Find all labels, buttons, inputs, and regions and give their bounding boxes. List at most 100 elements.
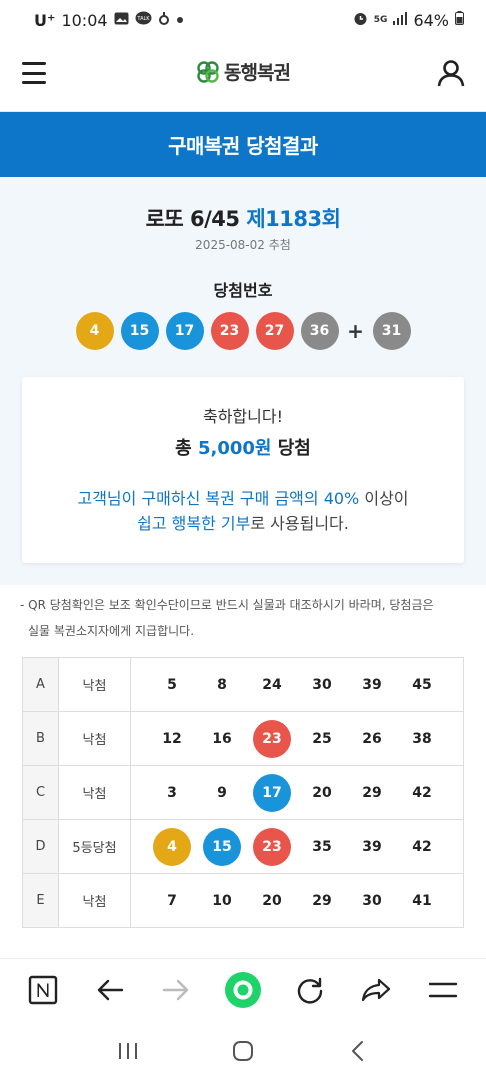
ticket-number: 20 xyxy=(312,784,332,801)
ticket-number: 10 xyxy=(212,892,232,909)
home-icon[interactable] xyxy=(223,970,263,1010)
menu-icon[interactable] xyxy=(423,970,463,1010)
gallery-icon xyxy=(114,12,129,29)
browser-toolbar xyxy=(0,958,486,1020)
ticket-numbers: 3 9 17 20 29 42 xyxy=(130,765,464,820)
winning-numbers: 4 15 17 23 27 36 + 31 xyxy=(0,312,486,350)
ticket-number: 29 xyxy=(362,784,382,801)
ticket-number: 42 xyxy=(412,784,432,801)
total-prize: 총 5,000원 당첨 xyxy=(22,434,464,460)
table-row: C 낙첨 3 9 17 20 29 42 xyxy=(22,765,464,820)
winning-ball: 23 xyxy=(210,312,249,350)
home-button-icon[interactable] xyxy=(223,1031,263,1071)
clock: 10:04 xyxy=(61,10,108,30)
ticket-result: 5등당첨 xyxy=(58,819,131,874)
share-icon[interactable] xyxy=(356,970,396,1010)
sync-icon xyxy=(158,11,170,30)
back-arrow-icon[interactable] xyxy=(90,970,130,1010)
qr-notice: - QR 당첨확인은 보조 확인수단이므로 반드시 실물과 대조하시기 바라며,… xyxy=(20,592,470,644)
forward-arrow-icon[interactable] xyxy=(156,970,196,1010)
ticket-number: 5 xyxy=(167,676,177,693)
ticket-result: 낙첨 xyxy=(58,873,131,928)
winning-numbers-label: 당첨번호 xyxy=(213,281,273,300)
ticket-number: 26 xyxy=(362,730,382,747)
battery-icon xyxy=(455,11,464,29)
congrats-text: 축하합니다! xyxy=(202,407,283,426)
prize-amount: 5,000원 xyxy=(197,438,272,459)
refresh-icon[interactable] xyxy=(290,970,330,1010)
talk-icon: TALK xyxy=(135,11,152,30)
bonus-ball: 31 xyxy=(372,312,411,350)
ticket-number: 24 xyxy=(262,676,282,693)
ticket-number: 30 xyxy=(312,676,332,693)
donation-highlight: 고객님이 구매하신 복권 구매 금액의 40% xyxy=(77,489,360,508)
ticket-number: 9 xyxy=(217,784,227,801)
table-row: A 낙첨 5 8 24 30 39 45 xyxy=(22,657,464,712)
n-tab-icon[interactable] xyxy=(23,970,63,1010)
round-number: 제1183회 xyxy=(246,207,341,231)
ticket-numbers: 12 16 23 25 26 38 xyxy=(130,711,464,766)
donation-text-2: 로 사용됩니다. xyxy=(250,514,349,533)
battery-percent: 64% xyxy=(413,10,449,30)
plus-sign: + xyxy=(347,319,364,343)
ticket-number: 16 xyxy=(212,730,232,747)
prize-card: 축하합니다! 총 5,000원 당첨 고객님이 구매하신 복권 구매 금액의 4… xyxy=(22,377,464,563)
ticket-numbers: 7 10 20 29 30 41 xyxy=(130,873,464,928)
ticket-key: A xyxy=(22,657,59,712)
matched-number: 23 xyxy=(253,719,291,758)
ticket-number: 20 xyxy=(262,892,282,909)
ticket-number: 39 xyxy=(362,676,382,693)
ticket-number: 41 xyxy=(412,892,432,909)
page-banner: 구매복권 당첨결과 xyxy=(0,112,486,177)
notice-line-2: 실물 복권소지자에게 지급합니다. xyxy=(28,624,195,638)
notice-line-1: - QR 당첨확인은 보조 확인수단이므로 반드시 실물과 대조하시기 바라며,… xyxy=(20,598,434,612)
signal-icon xyxy=(393,11,408,29)
total-prefix: 총 xyxy=(175,438,192,459)
ticket-numbers: 5 8 24 30 39 45 xyxy=(130,657,464,712)
table-row: D 5등당첨 4 15 23 35 39 42 xyxy=(22,819,464,874)
ticket-number: 8 xyxy=(217,676,227,693)
site-logo[interactable]: 동행복권 xyxy=(0,58,486,85)
logo-text: 동행복권 xyxy=(224,62,291,84)
clover-logo-icon xyxy=(196,60,220,84)
ticket-number: 25 xyxy=(312,730,332,747)
back-icon[interactable] xyxy=(338,1031,378,1071)
ticket-number: 35 xyxy=(312,838,332,855)
table-row: E 낙첨 7 10 20 29 30 41 xyxy=(22,873,464,928)
recent-apps-icon[interactable] xyxy=(108,1031,148,1071)
ticket-number: 38 xyxy=(412,730,432,747)
draw-title: 로또 6/45 제1183회 xyxy=(0,203,486,233)
network-5g-icon: 5G xyxy=(373,14,388,25)
matched-number: 23 xyxy=(253,827,291,866)
ticket-number: 30 xyxy=(362,892,382,909)
winning-ball: 27 xyxy=(255,312,294,350)
ticket-key: C xyxy=(22,765,59,820)
ticket-number: 7 xyxy=(167,892,177,909)
donation-highlight-2: 쉽고 행복한 기부 xyxy=(137,514,251,533)
site-header: 동행복권 xyxy=(0,40,486,112)
matched-number: 4 xyxy=(153,827,191,866)
table-row: B 낙첨 12 16 23 25 26 38 xyxy=(22,711,464,766)
user-icon[interactable] xyxy=(436,58,466,88)
dot-icon xyxy=(176,13,184,28)
matched-number: 17 xyxy=(253,773,291,812)
ticket-number: 29 xyxy=(312,892,332,909)
ticket-number: 42 xyxy=(412,838,432,855)
ticket-result: 낙첨 xyxy=(58,711,131,766)
ticket-result: 낙첨 xyxy=(58,657,131,712)
status-bar: U⁺ 10:04 TALK 5G 64% xyxy=(0,0,486,40)
ticket-number: 12 xyxy=(162,730,182,747)
winning-ball: 15 xyxy=(120,312,159,350)
ticket-table: A 낙첨 5 8 24 30 39 45 B 낙첨 12 16 23 25 26 38 C 낙첨 3 9 17 20 29 4… xyxy=(22,657,464,928)
ticket-number: 39 xyxy=(362,838,382,855)
total-suffix: 당첨 xyxy=(277,438,311,459)
ticket-key: D xyxy=(22,819,59,874)
draw-result-section: 로또 6/45 제1183회 2025-08-02 추첨 당첨번호 4 15 1… xyxy=(0,177,486,585)
ticket-key: B xyxy=(22,711,59,766)
svg-text:TALK: TALK xyxy=(136,16,150,22)
donation-text: 고객님이 구매하신 복권 구매 금액의 40% 이상이 쉽고 행복한 기부로 사… xyxy=(22,486,464,536)
winning-ball: 4 xyxy=(75,312,114,350)
ticket-number: 45 xyxy=(412,676,432,693)
ticket-number: 3 xyxy=(167,784,177,801)
ticket-numbers: 4 15 23 35 39 42 xyxy=(130,819,464,874)
